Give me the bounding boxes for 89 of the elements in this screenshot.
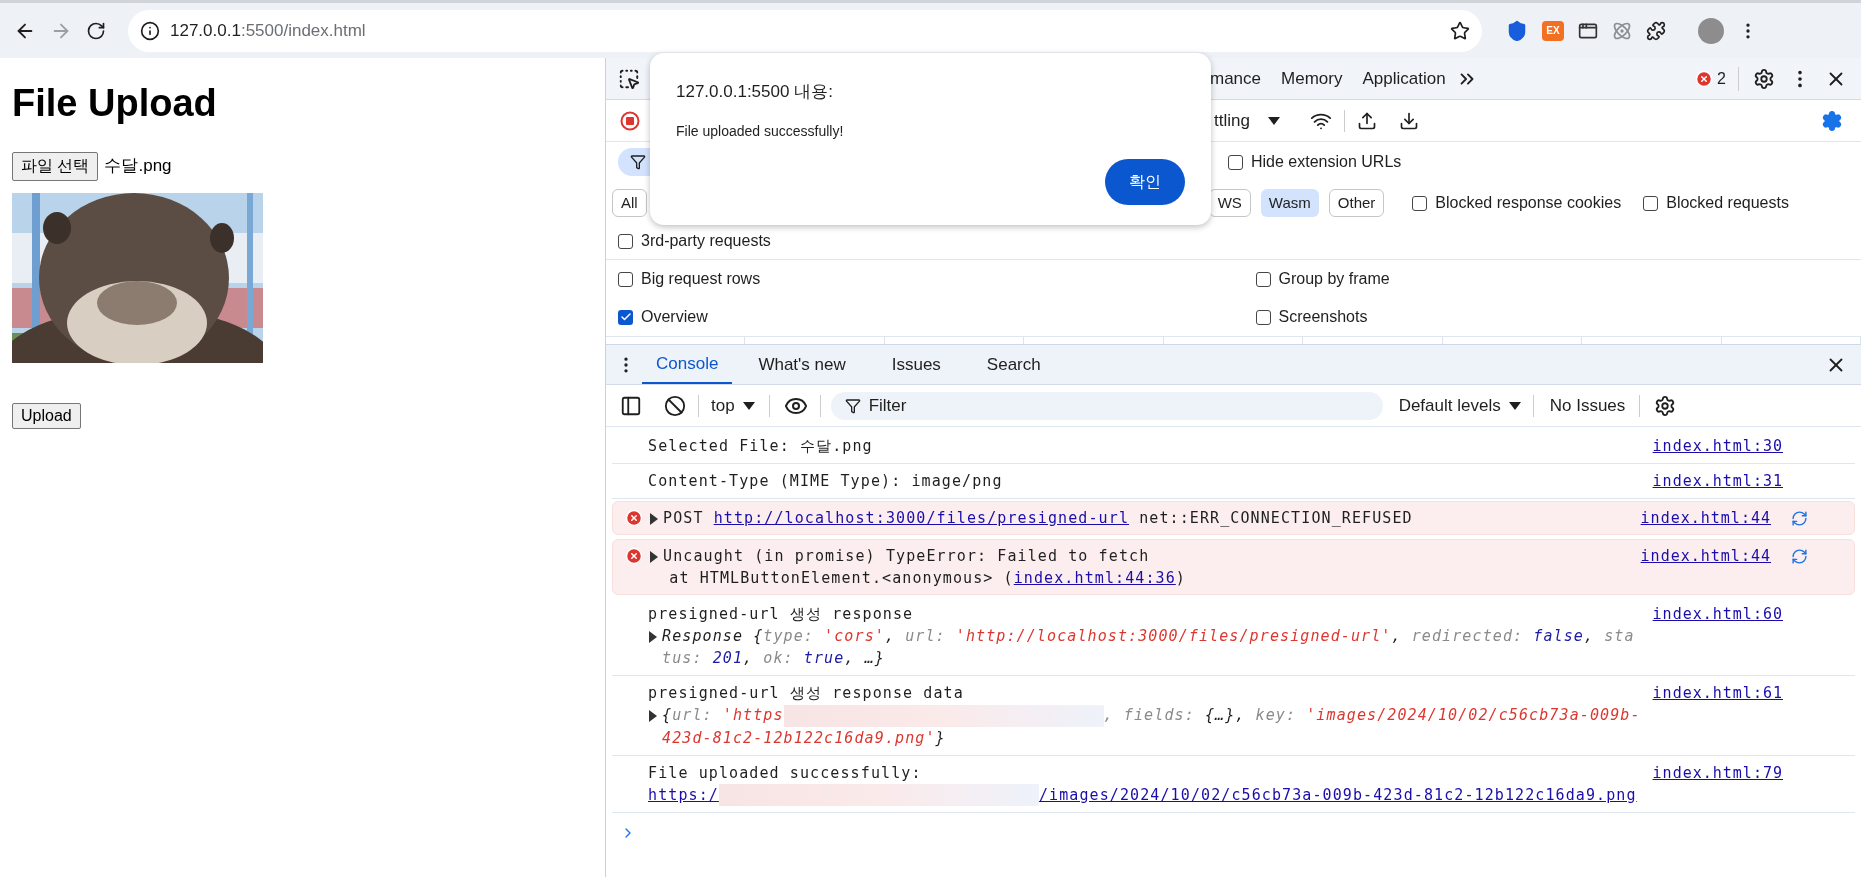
console-link[interactable]: http://localhost:3000/files/presigned-url: [713, 509, 1130, 527]
dialog-message: File uploaded successfully!: [676, 121, 845, 141]
checkbox-option[interactable]: Screenshots: [1255, 305, 1368, 329]
console-message: presigned-url 생성 response data: [648, 683, 964, 704]
filter-icon: [844, 397, 861, 414]
filter-icon: [630, 154, 646, 170]
console-filter-field[interactable]: Filter: [830, 391, 1383, 420]
network-request-icon[interactable]: [1791, 548, 1808, 565]
checkbox-option[interactable]: Hide extension URLs: [1228, 150, 1402, 174]
type-filter-chip[interactable]: Other: [1328, 189, 1385, 217]
record-stop-icon[interactable]: [620, 110, 640, 131]
url-text: 127.0.0.1:5500/index.html: [170, 19, 366, 42]
site-info-icon[interactable]: [140, 20, 160, 41]
atom-extension-icon[interactable]: [1612, 20, 1632, 41]
devtools-tab[interactable]: Application: [1352, 65, 1456, 92]
settings-icon[interactable]: [1753, 67, 1775, 90]
extensions-icon[interactable]: [1646, 20, 1666, 41]
profile-avatar[interactable]: [1698, 17, 1724, 44]
expand-triangle-icon[interactable]: [648, 710, 658, 722]
dialog-title: 127.0.0.1:5500 내용:: [676, 81, 834, 103]
error-icon: [625, 509, 643, 527]
checkbox[interactable]: [618, 309, 633, 325]
drawer-tab[interactable]: What's new: [738, 345, 866, 384]
console-message: Selected File: 수달.png: [648, 436, 873, 457]
source-link[interactable]: index.html:44: [1640, 545, 1771, 589]
console-link[interactable]: https:/: [648, 785, 719, 804]
checkbox-option[interactable]: Big request rows: [618, 267, 761, 291]
console-link[interactable]: /images/2024/10/02/c56cb73a-009b-423d-81c2-12b122c16da9.png: [1038, 785, 1637, 804]
drawer-tab[interactable]: Search: [966, 345, 1061, 384]
console-message: Content-Type (MIME Type): image/png: [648, 471, 1003, 492]
caret-icon: [1267, 116, 1280, 125]
caret-icon: [742, 401, 755, 410]
console-message: at HTMLButtonElement.<anonymous> (index.html:44:36): [668, 568, 1186, 589]
checkbox[interactable]: [1255, 309, 1271, 325]
source-link[interactable]: index.html:31: [1652, 470, 1783, 492]
checkbox[interactable]: [618, 233, 633, 249]
export-icon[interactable]: [1398, 110, 1419, 131]
page-heading: File Upload: [12, 81, 217, 126]
checkbox[interactable]: [1228, 154, 1243, 170]
bookmark-star-icon[interactable]: [1450, 20, 1470, 41]
type-filter-chip[interactable]: Wasm: [1260, 189, 1319, 217]
shield-extension-icon[interactable]: [1506, 19, 1528, 42]
clear-console-icon[interactable]: [664, 394, 686, 417]
checkbox[interactable]: [618, 271, 633, 287]
console-message: presigned-url 생성 response: [648, 604, 914, 625]
inspect-element-icon[interactable]: [618, 67, 640, 90]
confirm-button[interactable]: 확인: [1105, 159, 1185, 205]
expand-triangle-icon[interactable]: [649, 513, 659, 525]
reload-icon[interactable]: [86, 20, 106, 41]
source-link[interactable]: index.html:30: [1652, 435, 1783, 457]
source-link[interactable]: index.html:44: [1640, 507, 1771, 529]
import-icon[interactable]: [1356, 110, 1377, 131]
console-message: File uploaded successfully:: [648, 762, 922, 784]
checkbox[interactable]: [1412, 195, 1428, 211]
checkbox[interactable]: [1643, 195, 1659, 211]
source-link[interactable]: index.html:79: [1652, 761, 1783, 806]
network-settings-icon[interactable]: [1821, 109, 1843, 132]
expand-triangle-icon[interactable]: [649, 551, 659, 563]
caret-icon: [1508, 401, 1521, 410]
context-selector[interactable]: top: [711, 392, 755, 419]
file-select-button[interactable]: 파일 선택: [12, 151, 99, 181]
source-link[interactable]: index.html:60: [1652, 603, 1783, 669]
checkbox[interactable]: [1255, 271, 1271, 287]
checkbox-option[interactable]: 3rd-party requests: [618, 229, 771, 253]
error-icon: [625, 547, 643, 565]
error-count-badge[interactable]: 2: [1695, 66, 1739, 91]
checkbox-option[interactable]: Blocked requests: [1643, 191, 1789, 215]
checkbox-option[interactable]: Group by frame: [1255, 267, 1390, 291]
console-message: Uncaught (in promise) TypeError: Failed to fetch: [663, 546, 1150, 567]
type-filter-chip[interactable]: All: [612, 189, 647, 217]
drawer-tab[interactable]: Issues: [871, 345, 961, 384]
upload-button[interactable]: Upload: [12, 402, 81, 429]
console-message: {url: 'https , fields: {…}, key: 'images/2024/10/02/c56cb73a-009b-423d-81c2-12b122c16da9.png'}: [662, 704, 1641, 749]
devtools-tab[interactable]: Memory: [1271, 65, 1353, 92]
sidebar-toggle-icon[interactable]: [620, 394, 642, 417]
network-request-icon[interactable]: [1791, 510, 1808, 527]
issues-counter[interactable]: No Issues: [1549, 392, 1626, 419]
console-message: POST http://localhost:3000/files/presigned-url net::ERR_CONNECTION_REFUSED: [663, 508, 1413, 529]
console-link[interactable]: index.html:44:36: [1013, 569, 1176, 587]
checkbox-option[interactable]: Blocked response cookies: [1412, 191, 1622, 215]
address-bar[interactable]: 127.0.0.1:5500/index.html: [128, 9, 1482, 52]
file-name: 수달.png: [104, 155, 172, 178]
console-message: Response {type: 'cors', url: 'http://localhost:3000/files/presigned-url', redirected: false, status: 201, ok: true, …}: [662, 626, 1636, 669]
source-link[interactable]: index.html:61: [1652, 682, 1783, 749]
console-settings-icon[interactable]: [1654, 394, 1677, 417]
throttling-dropdown[interactable]: ttling: [1214, 107, 1280, 134]
log-levels-dropdown[interactable]: Default levels: [1398, 392, 1521, 419]
checkbox-option[interactable]: Overview: [618, 305, 708, 329]
expand-triangle-icon[interactable]: [648, 631, 658, 643]
